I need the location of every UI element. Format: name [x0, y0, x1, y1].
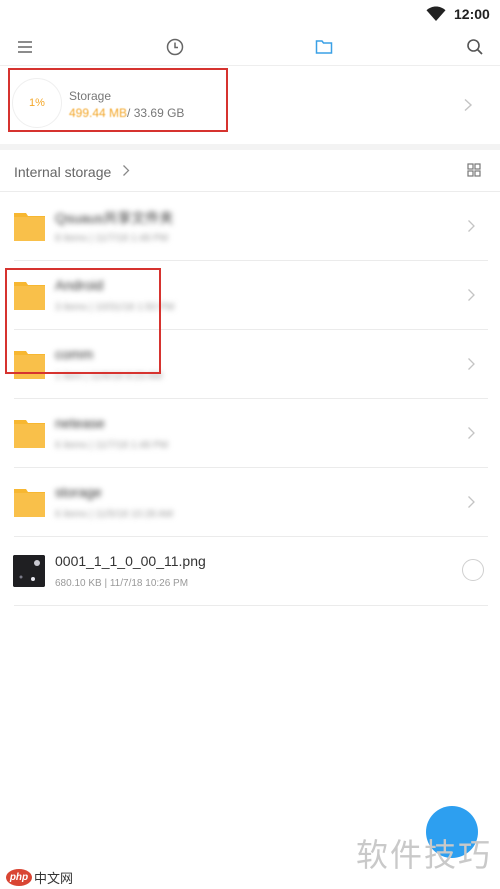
item-meta: 8 items | 11/7/18 1:48 PM: [55, 233, 169, 244]
chevron-right-icon: [468, 427, 475, 439]
watermark-logo: php 中文网: [6, 868, 73, 887]
grid-view-icon[interactable]: [467, 163, 481, 177]
item-meta: 680.10 KB | 11/7/18 10:26 PM: [55, 578, 189, 589]
chevron-right-icon: [464, 98, 473, 112]
highlight-box-folders: [5, 268, 161, 374]
breadcrumb: Internal storage: [0, 150, 500, 192]
chevron-right-icon: [123, 165, 130, 176]
clock-icon[interactable]: [165, 37, 185, 57]
chevron-right-icon: [468, 289, 475, 301]
item-name: 0001_1_1_0_00_11.png: [55, 553, 206, 569]
item-name: storage: [55, 484, 102, 500]
chevron-right-icon: [468, 220, 475, 232]
chevron-right-icon: [468, 496, 475, 508]
top-toolbar: [0, 28, 500, 66]
image-thumbnail-icon: [13, 555, 45, 587]
folder-icon: [14, 420, 45, 448]
item-meta: 6 items | 11/5/18 10:28 AM: [55, 509, 174, 520]
image-thumbnail: [13, 555, 45, 587]
php-logo: php: [6, 869, 32, 886]
watermark-text: 软件技巧: [356, 836, 493, 874]
folder-icon: [14, 489, 45, 517]
item-meta: 6 items | 11/7/18 1:48 PM: [55, 440, 169, 451]
divider: [14, 605, 488, 606]
item-name: Qsuaus共享文件夹: [55, 210, 174, 226]
status-bar: 12:00: [0, 0, 500, 28]
watermark-site: 中文网: [34, 872, 74, 887]
menu-icon[interactable]: [16, 37, 36, 57]
list-item[interactable]: Qsuaus共享文件夹 8 items | 11/7/18 1:48 PM: [0, 192, 500, 261]
folder-outline-icon[interactable]: [314, 37, 334, 57]
chevron-right-icon: [468, 358, 475, 370]
list-item[interactable]: 0001_1_1_0_00_11.png 680.10 KB | 11/7/18…: [0, 537, 500, 606]
status-time: 12:00: [454, 6, 490, 22]
list-item[interactable]: netease 6 items | 11/7/18 1:48 PM: [0, 399, 500, 468]
item-name: netease: [55, 415, 105, 431]
wifi-icon: [426, 6, 446, 21]
search-icon[interactable]: [465, 37, 485, 57]
breadcrumb-internal-storage[interactable]: Internal storage: [14, 164, 111, 180]
folder-icon: [14, 213, 45, 241]
highlight-box-storage: [8, 68, 228, 132]
select-radio[interactable]: [462, 559, 484, 581]
list-item[interactable]: storage 6 items | 11/5/18 10:28 AM: [0, 468, 500, 537]
